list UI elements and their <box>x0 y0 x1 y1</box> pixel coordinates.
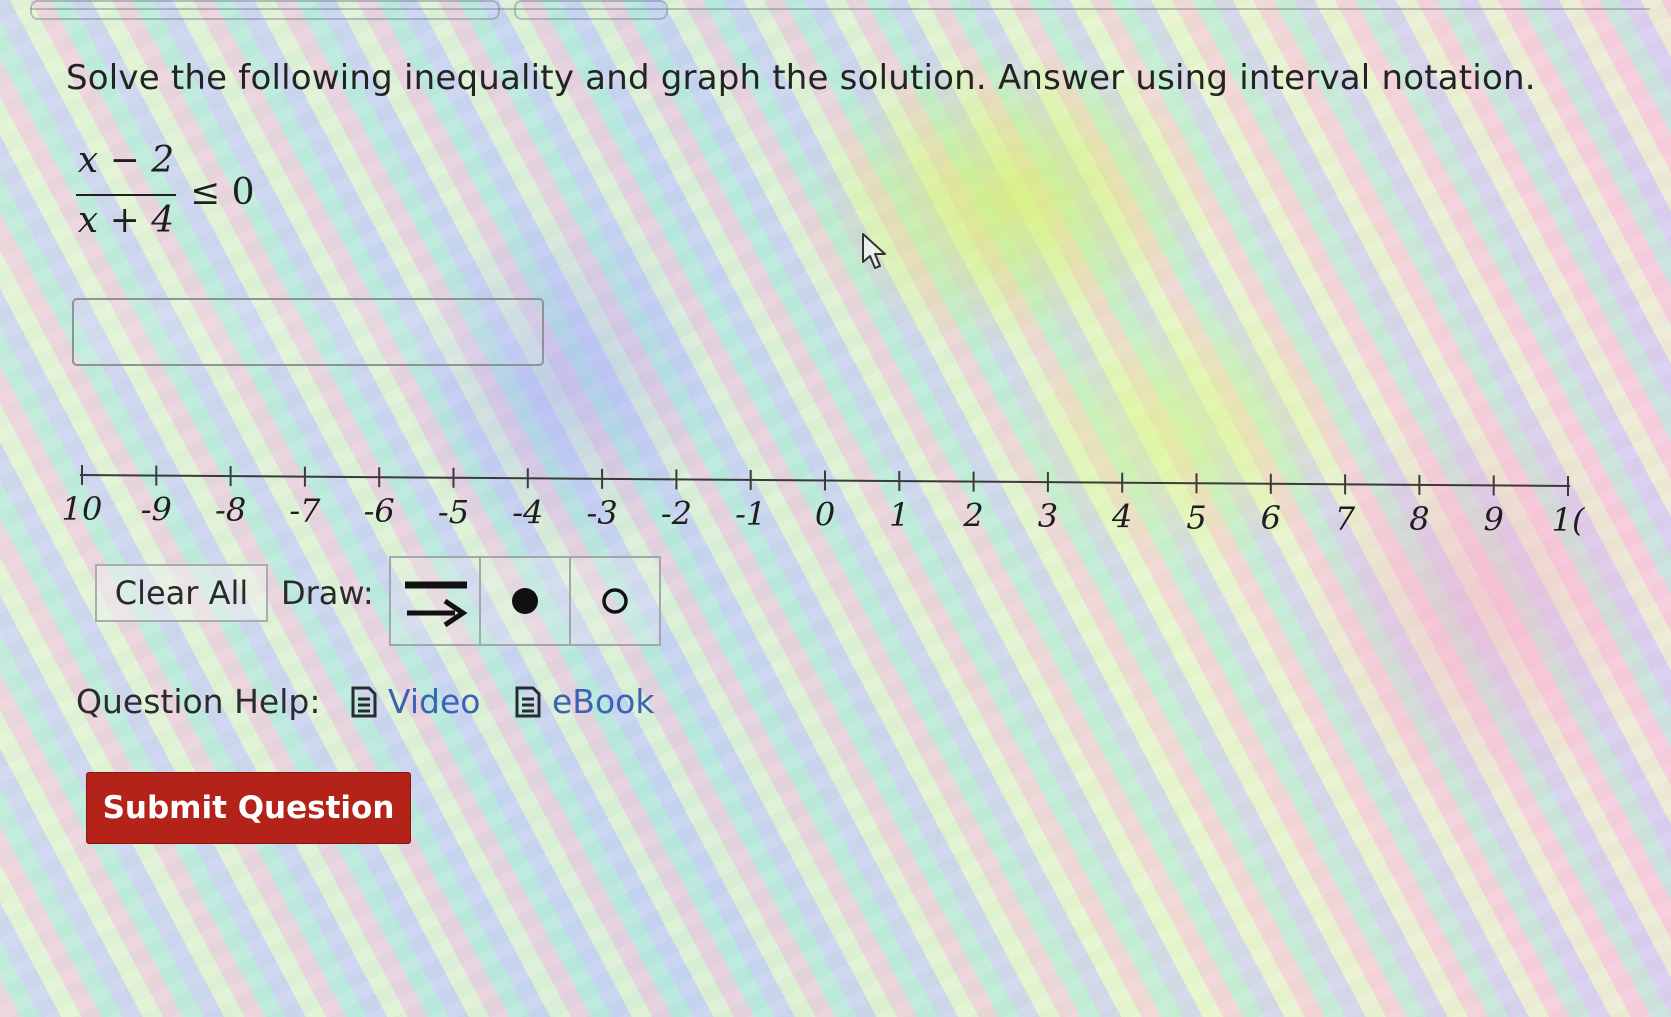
number-line-tick-label: -5 <box>438 493 469 531</box>
number-line-tick-label: -9 <box>141 491 172 529</box>
number-line-tick-label: 3 <box>1038 497 1058 535</box>
clear-all-button[interactable]: Clear All <box>95 564 268 622</box>
number-line-tick-label: -1 <box>735 495 766 533</box>
number-line-tick-label: 9 <box>1484 500 1504 538</box>
number-line-tick-label: 6 <box>1261 499 1281 537</box>
number-line-labels: 10 -9 -8 -7 -6 -5 -4 -3 -2 -1 0 1 2 3 4 5 6 7 8 9 1( <box>62 490 1586 539</box>
document-icon <box>515 686 541 717</box>
question-help-label: Question Help: <box>76 682 321 721</box>
top-tab-right <box>514 0 668 20</box>
top-divider <box>30 0 1650 20</box>
number-line-tick-label: 10 <box>62 490 103 528</box>
submit-question-button[interactable]: Submit Question <box>86 772 411 844</box>
number-line-tick-label: -6 <box>364 492 395 530</box>
document-icon <box>351 686 377 717</box>
ray-tool-button[interactable] <box>389 556 481 646</box>
closed-dot-tool-button[interactable] <box>479 556 571 646</box>
numerator: x − 2 <box>77 140 175 181</box>
number-line-tick-label: -4 <box>512 493 543 531</box>
draw-label: Draw: <box>281 574 374 612</box>
number-line-tick-label: -7 <box>289 492 321 530</box>
number-line-tick-label: 0 <box>815 496 835 534</box>
open-dot-tool-button[interactable] <box>569 556 661 646</box>
video-link-label: Video <box>388 682 481 721</box>
question-prompt: Solve the following inequality and graph… <box>66 58 1536 98</box>
mouse-pointer-icon <box>862 233 886 269</box>
fraction-bar <box>76 194 176 196</box>
closed-dot-icon <box>512 588 538 614</box>
number-line-tick-label: -8 <box>215 491 246 529</box>
number-line-tick-label: 7 <box>1335 499 1356 537</box>
ray-arrow-icon <box>405 581 468 628</box>
number-line-tick-label: 5 <box>1186 498 1206 536</box>
ebook-link[interactable]: eBook <box>514 682 654 721</box>
video-link[interactable]: Video <box>350 682 480 721</box>
number-line-tick-label: -2 <box>661 494 692 532</box>
number-line-tick-label: 8 <box>1409 500 1429 538</box>
open-dot-icon <box>602 588 628 614</box>
top-tab-left <box>30 0 500 20</box>
relation: ≤ 0 <box>190 172 255 213</box>
number-line-tick-label: 1( <box>1552 501 1586 539</box>
number-line-tick-label: 2 <box>962 497 983 535</box>
ebook-link-label: eBook <box>552 682 655 721</box>
number-line-tick-label: 4 <box>1111 498 1132 536</box>
number-line-tick-label: 1 <box>889 496 909 534</box>
number-line-tick-label: -3 <box>587 494 618 532</box>
answer-input[interactable] <box>72 298 544 366</box>
number-line[interactable]: 10 -9 -8 -7 -6 -5 -4 -3 -2 -1 0 1 2 3 4 5 6 7 8 9 1( <box>0 460 1671 540</box>
denominator: x + 4 <box>77 200 175 241</box>
